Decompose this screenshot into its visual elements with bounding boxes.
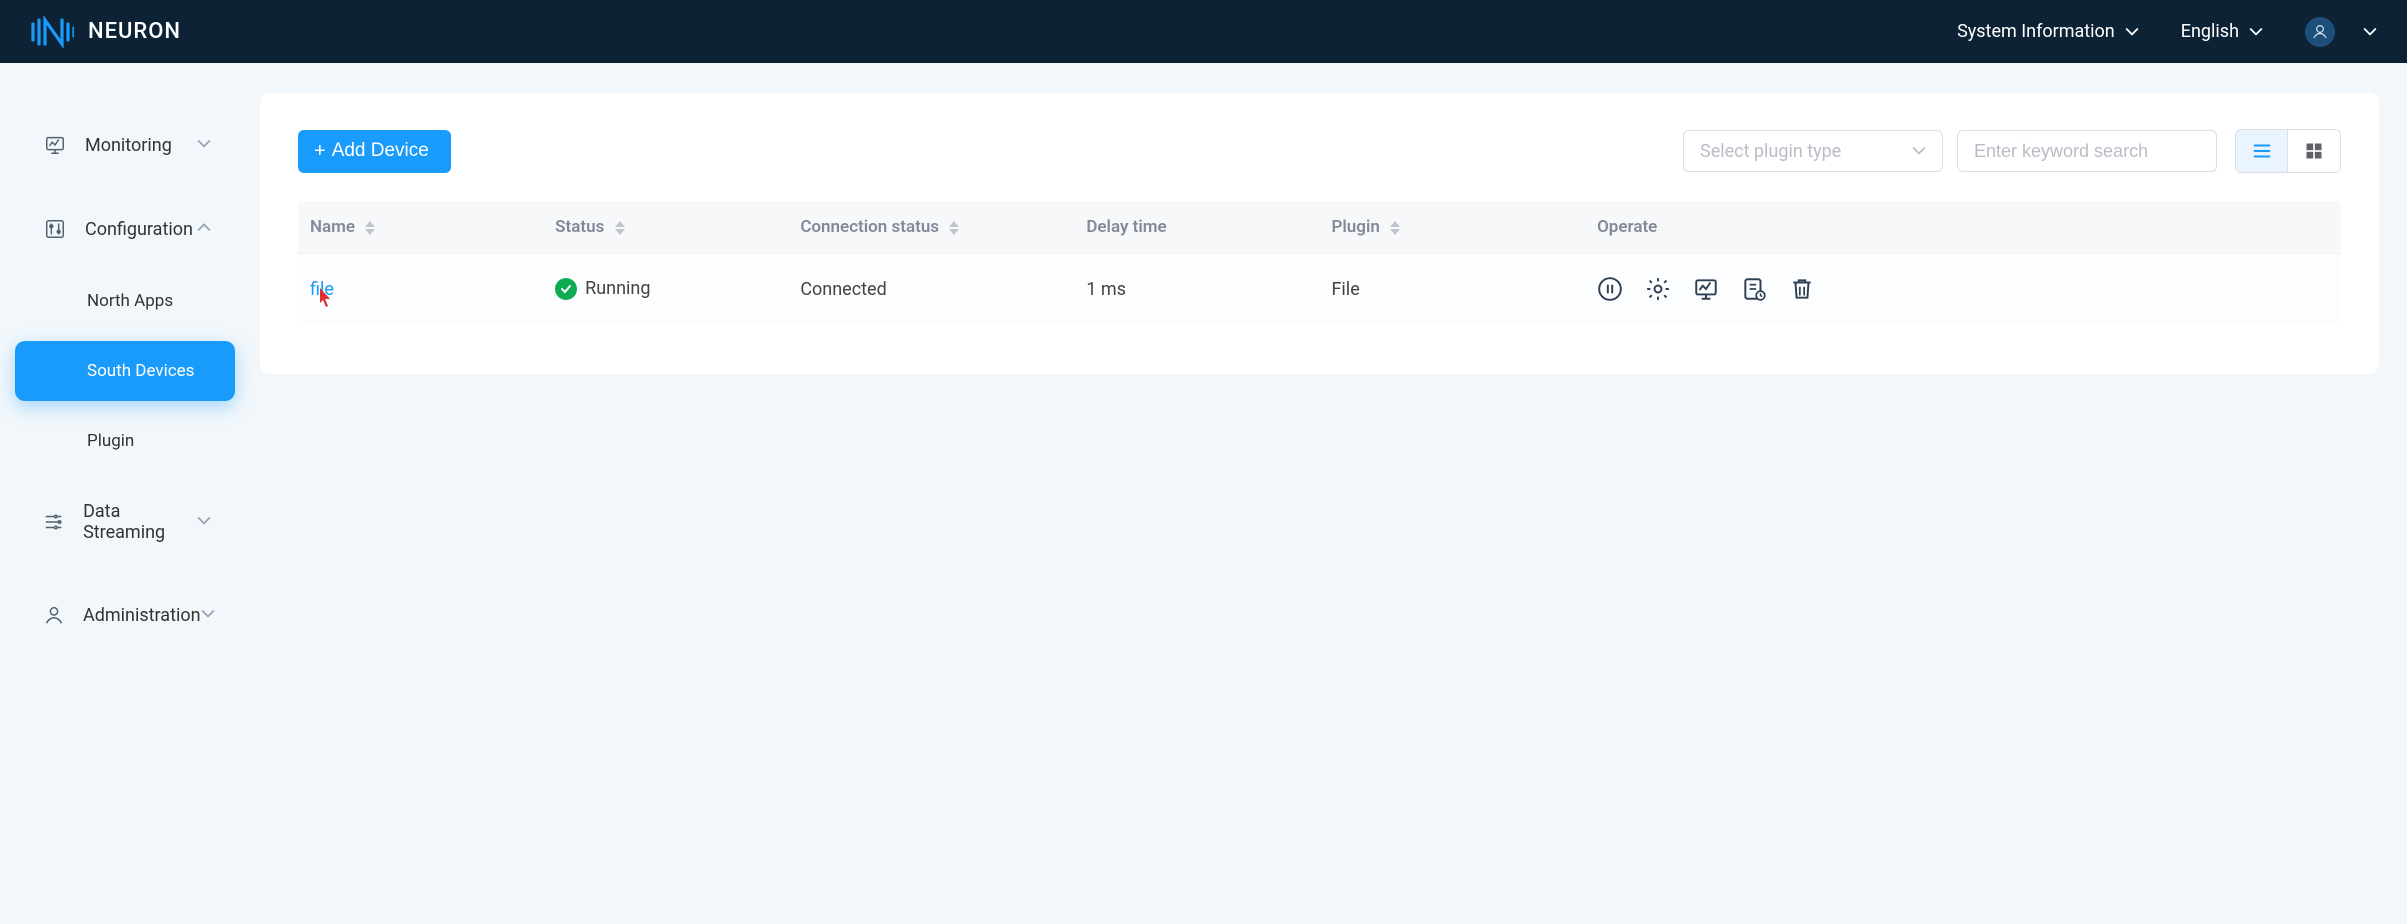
sidebar-label: Monitoring <box>85 135 172 156</box>
table-row: file Running Connected 1 ms File <box>298 254 2341 325</box>
avatar <box>2305 17 2335 47</box>
system-information-menu[interactable]: System Information <box>1957 21 2139 42</box>
user-icon <box>43 603 65 627</box>
device-plugin: File <box>1319 254 1585 325</box>
plus-icon: + <box>314 140 326 163</box>
user-icon <box>2311 23 2329 41</box>
device-status: Running <box>543 254 788 325</box>
delete-button[interactable] <box>1789 276 1815 302</box>
device-connection: Connected <box>788 254 1074 325</box>
sidebar-item-data-streaming[interactable]: Data Streaming <box>15 481 235 563</box>
statistics-button[interactable] <box>1693 276 1719 302</box>
chevron-up-icon <box>197 219 211 240</box>
col-connection[interactable]: Connection status <box>788 201 1074 254</box>
col-delay: Delay time <box>1074 201 1319 254</box>
sliders-icon <box>43 217 67 241</box>
brand-text: NEURON <box>88 19 181 44</box>
sidebar-label: Administration <box>83 605 201 626</box>
user-menu[interactable] <box>2305 17 2377 47</box>
sidebar-label: Data Streaming <box>83 501 197 543</box>
chevron-down-icon <box>2125 25 2139 39</box>
chevron-down-icon <box>201 605 215 626</box>
language-menu[interactable]: English <box>2181 21 2263 42</box>
device-name-link[interactable]: file <box>310 279 334 300</box>
sort-icon <box>1390 221 1400 235</box>
toolbar: + Add Device Select plugin type <box>298 129 2341 173</box>
chevron-down-icon <box>2363 25 2377 39</box>
debug-log-button[interactable] <box>1741 276 1767 302</box>
plugin-type-select[interactable]: Select plugin type <box>1683 130 1943 172</box>
col-operate: Operate <box>1585 201 2341 254</box>
main-content: + Add Device Select plugin type <box>250 63 2407 657</box>
app-header: NEURON System Information English <box>0 0 2407 63</box>
chevron-down-icon <box>197 135 211 156</box>
status-ok-icon <box>555 278 577 300</box>
sidebar-label: Plugin <box>87 431 134 451</box>
monitor-icon <box>43 133 67 157</box>
add-device-label: Add Device <box>332 140 429 162</box>
sidebar-label: North Apps <box>87 291 173 311</box>
system-info-label: System Information <box>1957 21 2115 42</box>
devices-card: + Add Device Select plugin type <box>260 93 2379 374</box>
sidebar-nav: Monitoring Configuration North Apps So <box>0 63 250 657</box>
sort-icon <box>615 221 625 235</box>
device-delay: 1 ms <box>1074 254 1319 325</box>
stream-icon <box>43 510 65 534</box>
sidebar-label: South Devices <box>87 361 194 381</box>
devices-table: Name Status Connection status Delay <box>298 201 2341 324</box>
chevron-down-icon <box>197 512 211 533</box>
grid-icon <box>2304 141 2324 161</box>
list-icon <box>2251 140 2273 162</box>
sidebar-item-monitoring[interactable]: Monitoring <box>15 113 235 177</box>
col-plugin[interactable]: Plugin <box>1319 201 1585 254</box>
neuron-logo-icon <box>30 16 74 48</box>
language-label: English <box>2181 21 2239 42</box>
plugin-select-placeholder: Select plugin type <box>1700 141 1841 162</box>
sidebar-label: Configuration <box>85 219 193 240</box>
sidebar-item-plugin[interactable]: Plugin <box>15 411 235 471</box>
col-status[interactable]: Status <box>543 201 788 254</box>
sidebar-item-administration[interactable]: Administration <box>15 583 235 647</box>
view-toggle <box>2235 129 2341 173</box>
settings-button[interactable] <box>1645 276 1671 302</box>
chevron-down-icon <box>1912 144 1926 158</box>
row-operations <box>1597 276 2329 302</box>
sort-icon <box>365 221 375 235</box>
sidebar-item-north-apps[interactable]: North Apps <box>15 271 235 331</box>
list-view-button[interactable] <box>2236 130 2288 172</box>
pause-button[interactable] <box>1597 276 1623 302</box>
add-device-button[interactable]: + Add Device <box>298 130 451 173</box>
chevron-down-icon <box>2249 25 2263 39</box>
table-header-row: Name Status Connection status Delay <box>298 201 2341 254</box>
sidebar-item-configuration[interactable]: Configuration <box>15 197 235 261</box>
col-name[interactable]: Name <box>298 201 543 254</box>
sort-icon <box>949 221 959 235</box>
search-input[interactable] <box>1957 130 2217 172</box>
sidebar-item-south-devices[interactable]: South Devices <box>15 341 235 401</box>
grid-view-button[interactable] <box>2288 130 2340 172</box>
brand-logo: NEURON <box>30 16 181 48</box>
